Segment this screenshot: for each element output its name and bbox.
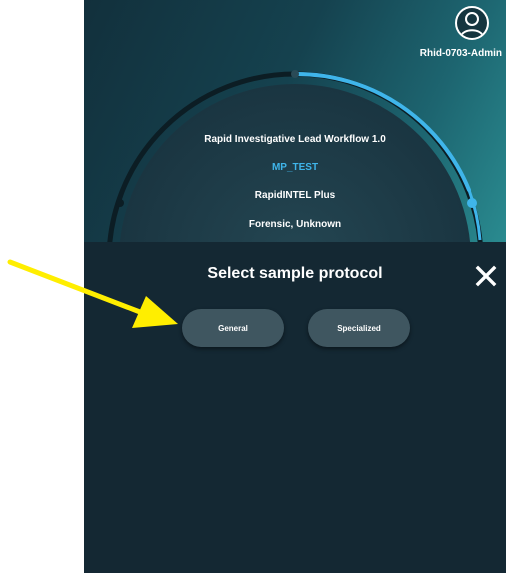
sample-type: Forensic, Unknown bbox=[248, 219, 342, 230]
sample-name: MP_TEST bbox=[271, 162, 319, 173]
specialized-protocol-button[interactable]: Specialized bbox=[308, 309, 410, 347]
workflow-name: Rapid Investigative Lead Workflow 1.0 bbox=[204, 134, 386, 145]
run-status-panel: Rhid-0703-Admin Rapid Investigative Lead… bbox=[84, 0, 506, 242]
general-protocol-button[interactable]: General bbox=[182, 309, 284, 347]
screenshot-page: Rhid-0703-Admin Rapid Investigative Lead… bbox=[0, 0, 506, 573]
arrow-pointer-icon bbox=[7, 259, 178, 328]
kit-name: RapidINTEL Plus bbox=[254, 190, 336, 201]
user-menu[interactable]: Rhid-0703-Admin bbox=[396, 6, 506, 66]
user-avatar-icon[interactable] bbox=[455, 6, 489, 40]
close-icon[interactable] bbox=[474, 264, 498, 288]
dial-start-marker bbox=[291, 70, 299, 78]
username-label: Rhid-0703-Admin bbox=[419, 48, 502, 59]
